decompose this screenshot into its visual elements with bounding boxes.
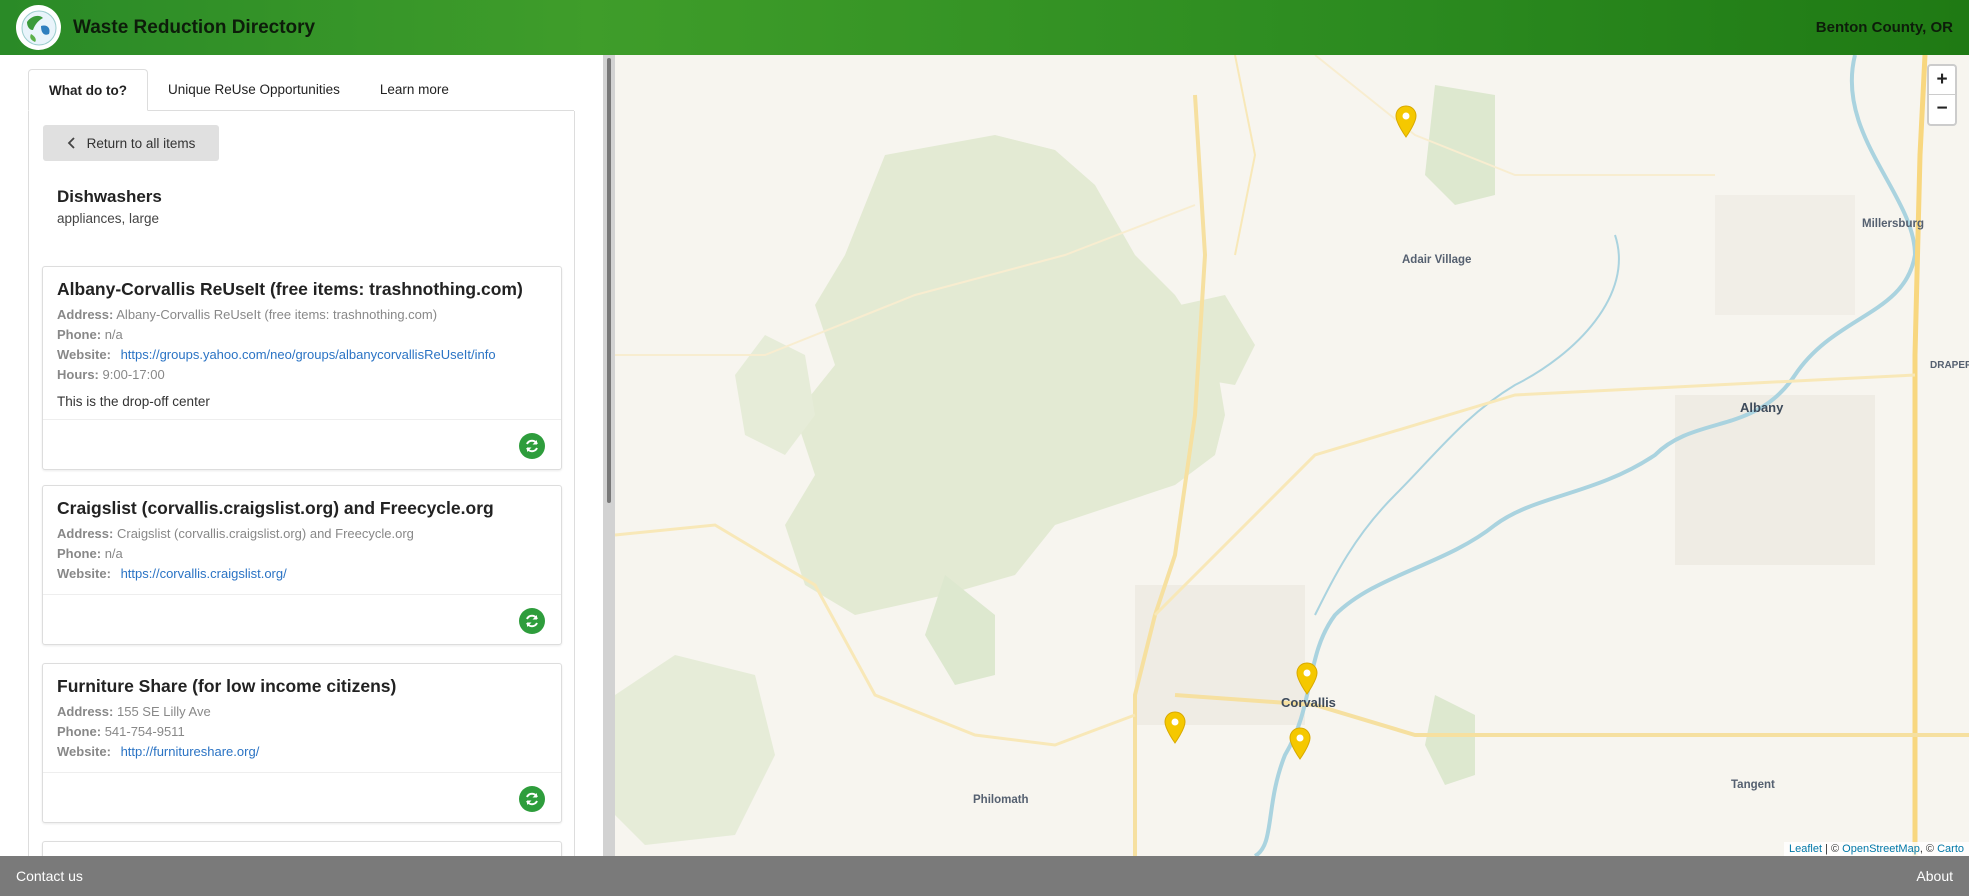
recycle-button[interactable] [519, 786, 545, 812]
location-card: Furniture Share (for low income citizens… [42, 663, 562, 823]
item-title: Dishwashers [57, 187, 162, 206]
tab-panel: Return to all items Dishwashers applianc… [28, 111, 575, 856]
map[interactable]: Adair Village Millersburg Albany Corvall… [615, 55, 1969, 856]
app-footer: Contact us About [0, 856, 1969, 896]
leaflet-link[interactable]: Leaflet [1789, 843, 1822, 855]
return-button-label: Return to all items [86, 135, 196, 151]
location-note: This is the drop-off center [57, 394, 210, 409]
region-label: Benton County, OR [1815, 19, 1953, 36]
refresh-icon [526, 614, 538, 628]
card-footer [43, 594, 561, 644]
map-attribution: Leaflet | © OpenStreetMap, © Carto [1783, 842, 1969, 856]
location-card: Albany-Corvallis ReUseIt (free items: tr… [42, 266, 562, 470]
address-row: Address: 155 SE Lilly Ave [57, 704, 211, 719]
about-link[interactable]: About [1916, 868, 1953, 884]
map-label-adair-village: Adair Village [1402, 254, 1472, 266]
contact-link[interactable]: Contact us [16, 868, 83, 884]
location-title: Craigslist (corvallis.craigslist.org) an… [57, 498, 494, 518]
phone-row: Phone: 541-754-9511 [57, 724, 185, 739]
location-marker-icon[interactable] [1164, 711, 1186, 745]
zoom-control: + − [1927, 64, 1957, 126]
website-link[interactable]: http://furnitureshare.org/ [121, 744, 260, 759]
phone-row: Phone: n/a [57, 546, 123, 561]
refresh-icon [526, 439, 538, 453]
website-row: Website: http://furnitureshare.org/ [57, 744, 260, 759]
website-row: Website: https://groups.yahoo.com/neo/gr… [57, 347, 496, 362]
zoom-in-button[interactable]: + [1929, 66, 1955, 95]
address-row: Address: Craigslist (corvallis.craigslis… [57, 526, 414, 541]
location-card: Craigslist (corvallis.craigslist.org) an… [42, 485, 562, 645]
website-row: Website: https://corvallis.craigslist.or… [57, 566, 287, 581]
card-footer [43, 772, 561, 822]
panel-scrollbar[interactable] [603, 55, 615, 856]
tab-what-to-do[interactable]: What do to? [28, 69, 148, 111]
map-label-tangent: Tangent [1731, 779, 1775, 791]
globe-logo-icon [21, 10, 56, 45]
item-subtitle: appliances, large [57, 211, 160, 226]
carto-link[interactable]: Carto [1937, 843, 1964, 855]
app-header: Waste Reduction Directory Benton County,… [0, 0, 1969, 55]
card-footer [43, 419, 561, 469]
recycle-button[interactable] [519, 608, 545, 634]
map-label-millersburg: Millersburg [1862, 218, 1924, 230]
hours-row: Hours: 9:00-17:00 [57, 367, 165, 382]
logo[interactable] [16, 5, 61, 50]
map-label-philomath: Philomath [973, 794, 1029, 806]
directory-panel: What do to? Unique ReUse Opportunities L… [0, 55, 603, 856]
website-link[interactable]: https://corvallis.craigslist.org/ [121, 566, 287, 581]
map-label-albany: Albany [1740, 400, 1784, 415]
phone-row: Phone: n/a [57, 327, 123, 342]
chevron-left-icon [67, 137, 75, 149]
return-button[interactable]: Return to all items [43, 125, 219, 161]
website-link[interactable]: https://groups.yahoo.com/neo/groups/alba… [121, 347, 496, 362]
recycle-button[interactable] [519, 433, 545, 459]
tab-learn-more[interactable]: Learn more [360, 69, 469, 111]
location-card [42, 841, 562, 856]
refresh-icon [526, 792, 538, 806]
address-row: Address: Albany-Corvallis ReUseIt (free … [57, 307, 438, 322]
location-marker-icon[interactable] [1296, 662, 1318, 696]
map-label-draper: DRAPER [1930, 360, 1969, 371]
location-title: Albany-Corvallis ReUseIt (free items: tr… [57, 279, 523, 299]
scrollbar-thumb[interactable] [607, 58, 611, 503]
location-marker-icon[interactable] [1395, 105, 1417, 139]
tab-bar: What do to? Unique ReUse Opportunities L… [28, 69, 574, 111]
brand: Waste Reduction Directory [16, 5, 315, 50]
app-title: Waste Reduction Directory [73, 16, 316, 38]
map-label-corvallis: Corvallis [1281, 695, 1336, 710]
zoom-out-button[interactable]: − [1929, 95, 1955, 124]
tab-unique-reuse[interactable]: Unique ReUse Opportunities [148, 69, 360, 111]
location-title: Furniture Share (for low income citizens… [57, 676, 397, 696]
osm-link[interactable]: OpenStreetMap [1842, 843, 1920, 855]
location-marker-icon[interactable] [1289, 727, 1311, 761]
